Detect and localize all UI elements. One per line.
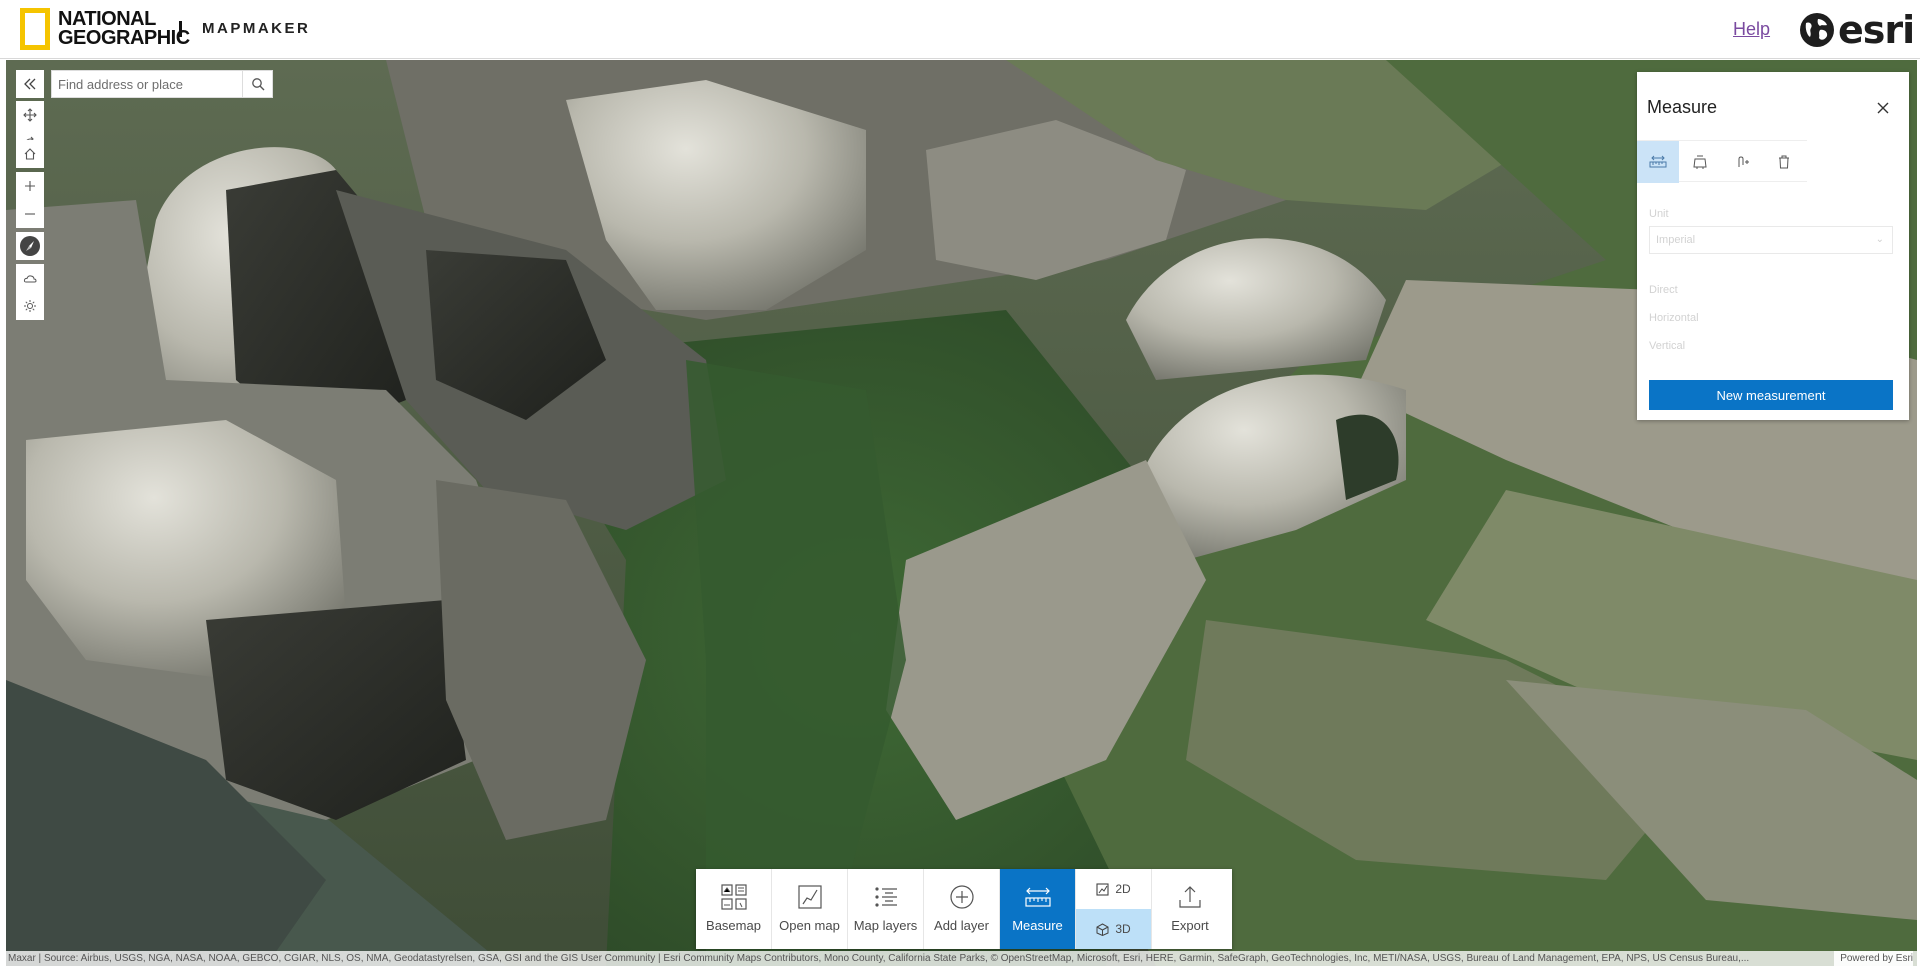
distance-measure-button[interactable] (1637, 141, 1679, 183)
view-mode-toggle: 2D 3D (1076, 869, 1152, 949)
home-icon (24, 148, 36, 160)
unit-select[interactable]: Imperial ⌄ (1649, 226, 1893, 254)
distance-measure-icon (1649, 155, 1667, 168)
search-button[interactable] (242, 71, 272, 97)
measure-label: Measure (1012, 918, 1063, 933)
brand-name[interactable]: NATIONAL GEOGRAPHIC (58, 9, 190, 49)
brand-divider (179, 21, 182, 37)
zoom-in-icon (25, 181, 35, 191)
measure-panel-title: Measure (1647, 97, 1718, 117)
map-view[interactable]: Measure (6, 60, 1917, 966)
area-measure-button[interactable] (1679, 141, 1721, 183)
horizontal-label: Horizontal (1649, 312, 1699, 324)
view-3d-label: 3D (1115, 922, 1131, 936)
trash-icon (1779, 155, 1789, 169)
close-button[interactable] (1871, 96, 1895, 120)
measure-button[interactable]: Measure (1000, 869, 1076, 949)
search-icon (251, 78, 264, 91)
chevron-down-icon: ⌄ (1875, 234, 1884, 245)
unit-label: Unit (1649, 208, 1669, 220)
basemap-icon (720, 884, 747, 910)
new-measurement-button[interactable]: New measurement (1649, 380, 1893, 410)
map-layers-label: Map layers (853, 918, 918, 933)
app-header: NATIONAL GEOGRAPHIC MAPMAKER Help esri (0, 0, 1920, 59)
export-label: Export (1171, 918, 1209, 933)
close-icon (1877, 102, 1889, 114)
open-map-label: Open map (779, 918, 840, 933)
national-geographic-logo-icon[interactable] (20, 8, 50, 50)
vertical-label: Vertical (1649, 340, 1686, 352)
cube-3d-icon (1096, 922, 1109, 936)
help-link[interactable]: Help (1733, 19, 1770, 40)
map-layers-button[interactable]: Map layers (848, 869, 924, 949)
weather-icon (23, 275, 37, 283)
main-toolbar: Basemap Open map Map layers Add layer Me… (696, 869, 1232, 949)
compass-group (16, 232, 44, 260)
export-button[interactable]: Export (1152, 869, 1228, 949)
terrain-scene (6, 60, 1917, 966)
area-measure-icon (1693, 155, 1707, 169)
esri-wordmark: esri (1838, 8, 1915, 52)
weather-button[interactable] (16, 264, 44, 292)
product-name: MAPMAKER (202, 20, 311, 37)
add-point-button[interactable] (1721, 141, 1763, 183)
direct-label: Direct (1649, 284, 1678, 296)
zoom-group (16, 172, 44, 228)
powered-by-esri[interactable]: Powered by Esri (1834, 951, 1913, 966)
double-chevron-left-icon (24, 78, 36, 90)
zoom-in-button[interactable] (16, 172, 44, 200)
view-3d-button[interactable]: 3D (1076, 909, 1151, 949)
open-map-icon (797, 885, 822, 909)
view-2d-button[interactable]: 2D (1076, 869, 1151, 909)
add-layer-label: Add layer (934, 918, 989, 933)
view-2d-label: 2D (1115, 882, 1131, 896)
environment-group (16, 264, 44, 320)
map-attribution[interactable]: Maxar | Source: Airbus, USGS, NGA, NASA,… (6, 951, 1917, 966)
add-layer-button[interactable]: Add layer (924, 869, 1000, 949)
measure-tools (1637, 140, 1807, 183)
add-layer-icon (949, 885, 974, 909)
home-button[interactable] (16, 140, 44, 168)
unit-select-value: Imperial (1656, 234, 1696, 246)
export-icon (1179, 886, 1201, 908)
daylight-button[interactable] (16, 292, 44, 320)
zoom-out-button[interactable] (16, 200, 44, 228)
home-group (16, 140, 44, 168)
esri-logo[interactable]: esri (1800, 8, 1915, 52)
daylight-icon (24, 300, 36, 312)
collapse-panel-button[interactable] (16, 70, 44, 98)
search-input[interactable] (52, 71, 242, 97)
globe-icon (1800, 13, 1834, 47)
brand-line-2: GEOGRAPHIC (58, 27, 190, 49)
measure-icon (1024, 887, 1051, 907)
attribution-text: Maxar | Source: Airbus, USGS, NGA, NASA,… (8, 953, 1750, 964)
add-point-icon (1738, 156, 1749, 167)
clear-button[interactable] (1763, 141, 1805, 183)
open-map-button[interactable]: Open map (772, 869, 848, 949)
search-box (51, 70, 273, 98)
compass-icon (20, 236, 40, 256)
pan-icon (23, 108, 37, 122)
measure-panel: Measure Unit Imperial ⌄ Direct Horizonta… (1637, 72, 1909, 420)
map-2d-icon (1096, 882, 1109, 896)
compass-button[interactable] (16, 232, 44, 260)
zoom-out-icon (25, 213, 35, 215)
map-layers-icon (874, 887, 897, 907)
basemap-label: Basemap (706, 918, 761, 933)
pan-button[interactable] (16, 101, 44, 129)
basemap-button[interactable]: Basemap (696, 869, 772, 949)
